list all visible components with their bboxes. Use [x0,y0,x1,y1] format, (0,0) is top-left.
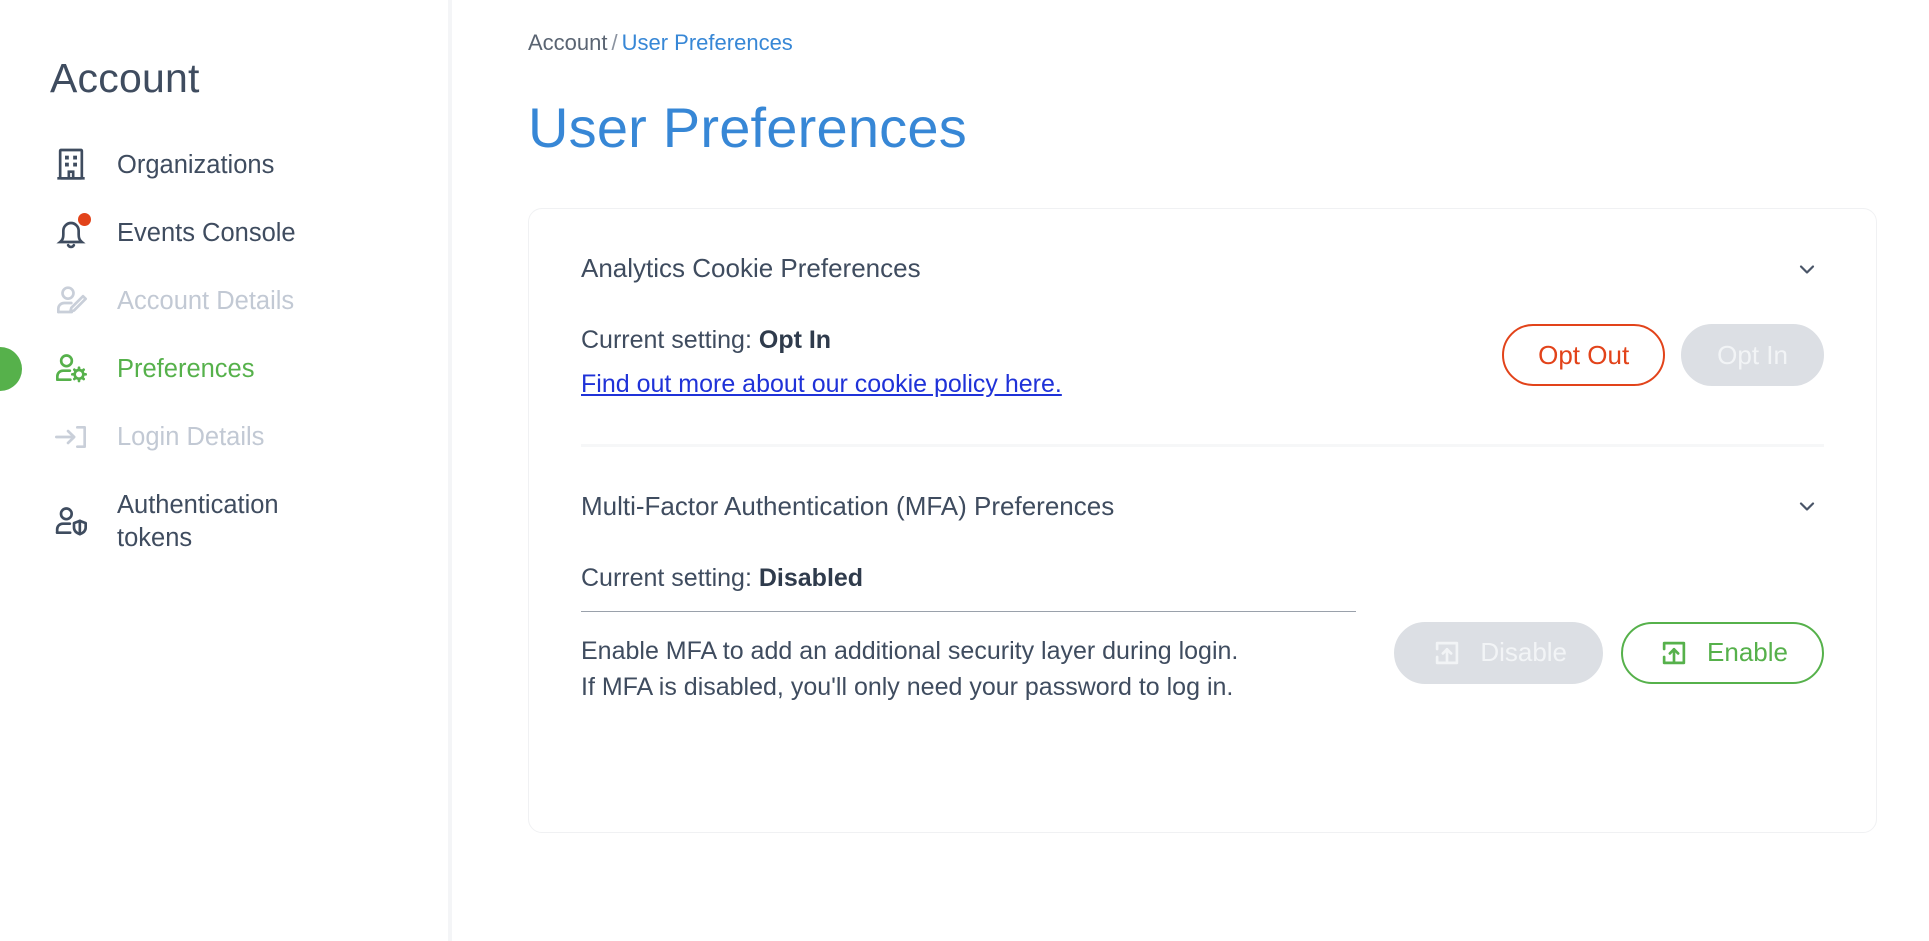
sidebar-nav: Organizations Events Console Account Det… [0,131,448,567]
building-icon [50,144,92,186]
bell-icon [50,212,92,254]
sidebar-title: Account [50,55,200,101]
cookie-settings-info: Current setting: Opt In Find out more ab… [581,324,1478,402]
mfa-action-buttons: Disable Enable [1394,621,1824,684]
sidebar-item-label: Authentication tokens [117,491,279,552]
enable-mfa-label: Enable [1707,637,1788,667]
section-title: Analytics Cookie Preferences [581,253,921,283]
user-edit-icon [50,280,92,322]
enable-mfa-button[interactable]: Enable [1621,621,1824,684]
cookie-current-label: Current setting: [581,326,752,354]
section-title: Multi-Factor Authentication (MFA) Prefer… [581,490,1115,521]
mfa-rule [581,611,1356,613]
chevron-down-icon[interactable] [1794,256,1820,282]
user-shield-icon [50,501,92,543]
mfa-settings-info: Current setting: Disabled Enable MFA to … [581,562,1370,706]
sidebar-item-events-console[interactable]: Events Console [0,199,448,267]
sidebar-item-label: Organizations [117,150,275,179]
sidebar-item-label: Preferences [117,354,255,383]
opt-out-button[interactable]: Opt Out [1502,324,1666,386]
sidebar-item-organizations[interactable]: Organizations [0,131,448,199]
notification-dot [78,213,91,227]
page-title: User Preferences [528,96,967,159]
cookie-action-buttons: Opt Out Opt In [1502,324,1824,386]
breadcrumb: Account / User Preferences [452,30,1929,56]
section-header-analytics-cookies[interactable]: Analytics Cookie Preferences [581,253,1824,284]
breadcrumb-separator: / [611,30,618,55]
sidebar-item-label: Account Details [117,286,295,315]
mfa-description-line-1: Enable MFA to add an additional security… [581,637,1239,666]
mfa-settings-row: Current setting: Disabled Enable MFA to … [581,562,1824,706]
mfa-current-label: Current setting: [581,563,752,592]
cookie-current-setting: Current setting: Opt In [581,324,1478,358]
sidebar-item-account-details[interactable]: Account Details [0,267,448,335]
disable-mfa-label: Disable [1480,637,1568,667]
breadcrumb-root[interactable]: Account [528,30,608,55]
export-box-icon [1430,636,1464,670]
section-analytics-cookies: Analytics Cookie Preferences Current set… [581,209,1824,402]
active-indicator [0,347,22,392]
sidebar-item-label: Login Details [117,422,265,451]
sidebar-item-label: Events Console [117,218,296,247]
main-content: Account / User Preferences User Preference… [452,0,1929,941]
sidebar: Account Organizations Events Console Acc… [0,0,452,941]
breadcrumb-current[interactable]: User Preferences [622,30,793,55]
app-root: Account Organizations Events Console Acc… [0,0,1929,941]
disable-mfa-button: Disable [1394,621,1604,684]
chevron-down-icon[interactable] [1794,493,1820,519]
sidebar-item-authentication-tokens[interactable]: Authentication tokens [0,471,448,567]
user-gear-icon [50,348,92,390]
mfa-current-value: Disabled [758,563,864,592]
sidebar-item-login-details[interactable]: Login Details [0,403,448,471]
preferences-card: Analytics Cookie Preferences Current set… [528,208,1877,833]
export-box-icon [1657,636,1691,670]
cookie-current-value: Opt In [758,326,832,354]
cookie-policy-link[interactable]: Find out more about our cookie policy he… [581,368,1062,402]
section-mfa: Multi-Factor Authentication (MFA) Prefer… [581,447,1824,706]
cookie-settings-row: Current setting: Opt In Find out more ab… [581,324,1824,402]
mfa-description-line-2: If MFA is disabled, you'll only need you… [581,672,1234,701]
login-arrow-icon [50,416,92,458]
opt-in-button: Opt In [1681,324,1824,386]
sidebar-item-preferences[interactable]: Preferences [0,335,448,403]
section-header-mfa[interactable]: Multi-Factor Authentication (MFA) Prefer… [581,491,1824,522]
mfa-current-setting: Current setting: Disabled [581,562,1370,596]
